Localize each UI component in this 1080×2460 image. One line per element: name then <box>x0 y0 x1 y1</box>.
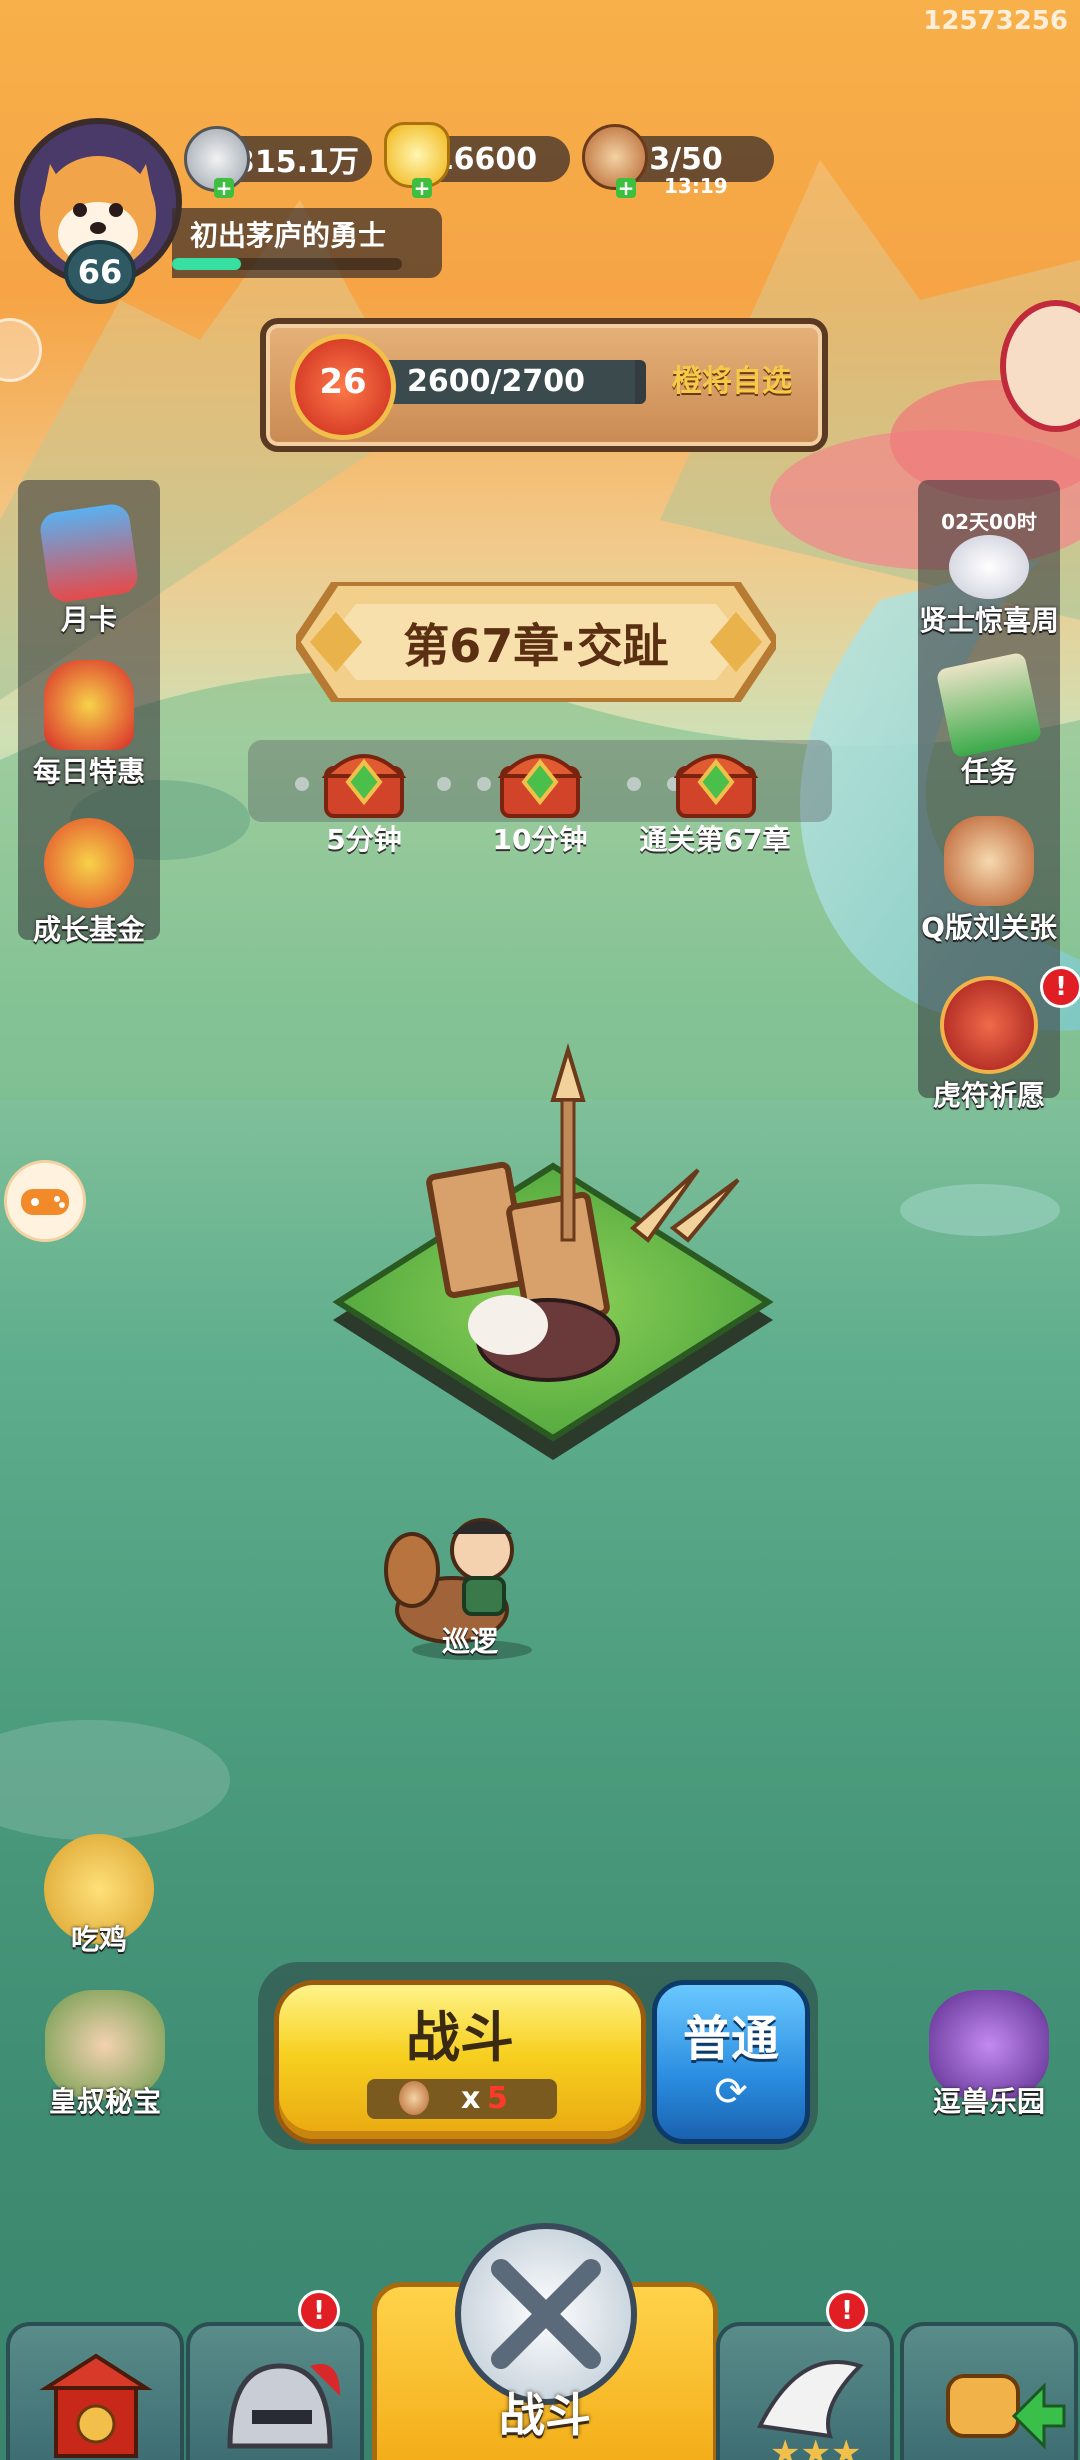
month-card-label: 月卡 <box>60 603 117 636</box>
svg-text:★★★: ★★★ <box>770 2433 861 2460</box>
tab-battle[interactable]: 战斗 <box>372 2223 718 2460</box>
battle-cost-value: 5 <box>487 2081 508 2116</box>
treasure-tab-alert-badge: ! <box>826 2290 868 2332</box>
tab-battle-label: 战斗 <box>499 2388 591 2442</box>
quest-icon <box>935 651 1043 759</box>
daily-deal-icon <box>44 660 134 750</box>
growth-fund-label: 成长基金 <box>32 913 145 946</box>
game-center-button[interactable] <box>4 1160 86 1242</box>
daily-deal-button[interactable]: 每日特惠 <box>14 660 164 790</box>
mode-label: 普通 <box>682 2011 779 2067</box>
hero-tab-alert-badge: ! <box>298 2290 340 2332</box>
tiger-tally-alert-badge: ! <box>1040 966 1080 1008</box>
player-level-badge: 66 <box>64 240 136 304</box>
month-card-icon <box>38 502 140 604</box>
sage-surprise-timer: 02天00时 <box>941 510 1037 534</box>
battle-cost: x 5 <box>367 2079 557 2119</box>
stamina-add-button[interactable]: + <box>616 178 636 198</box>
reward-chest-1[interactable] <box>321 742 407 820</box>
meat-cost-icon <box>399 2081 429 2115</box>
helmet-icon <box>227 2363 340 2449</box>
q-heroes-button[interactable]: Q版刘关张 <box>914 816 1064 946</box>
bottom-tab-bar: ! 战斗 ★★★ ! <box>0 2223 1080 2460</box>
tab-upgrade[interactable] <box>900 2322 1078 2460</box>
gate-icon <box>39 2353 153 2458</box>
gamepad-icon <box>21 1189 69 1215</box>
uncle-treasure-label: 皇叔秘宝 <box>48 2085 161 2118</box>
q-heroes-label: Q版刘关张 <box>921 911 1057 944</box>
game-screen: 12573256 66 初出茅庐的勇士 2315.1万 + 16600 + 3/… <box>0 0 1080 2460</box>
tiger-tally-label: 虎符祈愿 <box>932 1079 1045 1112</box>
gold-add-button[interactable]: + <box>412 178 432 198</box>
mode-toggle-button[interactable]: 普通 ⟳ <box>652 1980 810 2144</box>
tiger-tally-icon <box>940 976 1038 1074</box>
tab-treasure[interactable]: ★★★ <box>716 2322 894 2460</box>
reward-chest-2[interactable] <box>497 742 583 820</box>
battle-button[interactable]: 战斗 x 5 <box>274 1980 646 2144</box>
sage-surprise-button[interactable]: 02天00时 贤士惊喜周 <box>914 506 1064 639</box>
rank-level-badge: 26 <box>290 334 396 440</box>
growth-fund-icon <box>44 818 134 908</box>
exp-bar-fill <box>172 258 241 270</box>
reward-label-1: 5分钟 <box>326 823 402 856</box>
quest-button[interactable]: 任务 <box>914 651 1064 790</box>
silver-add-button[interactable]: + <box>214 178 234 198</box>
reward-label-2: 10分钟 <box>492 823 588 856</box>
reward-chest-3[interactable] <box>673 742 759 820</box>
reward-label-3: 通关第67章 <box>639 823 791 856</box>
puddle <box>900 1184 1060 1236</box>
beast-park-label: 逗兽乐园 <box>932 2085 1045 2118</box>
cloud-lower-left <box>0 1720 230 1840</box>
exp-bar <box>172 258 402 270</box>
daily-deal-label: 每日特惠 <box>32 755 145 788</box>
tab-hero[interactable] <box>186 2322 364 2460</box>
month-card-button[interactable]: 月卡 <box>14 502 164 638</box>
fist-upgrade-icon <box>946 2374 1066 2450</box>
beast-park-button[interactable]: 逗兽乐园 <box>914 1990 1064 2120</box>
battle-cost-prefix: x <box>461 2081 481 2116</box>
tab-city[interactable] <box>6 2322 184 2460</box>
q-heroes-icon <box>944 816 1034 906</box>
player-title-panel[interactable]: 初出茅庐的勇士 <box>172 208 442 278</box>
hero-status-label: 巡逻 <box>441 1625 498 1658</box>
treasure-chest-icon <box>497 754 583 818</box>
treasure-chest-icon <box>673 754 759 818</box>
stamina-timer: 13:19 <box>664 174 728 198</box>
growth-fund-button[interactable]: 成长基金 <box>14 818 164 948</box>
wing-stars-icon: ★★★ <box>756 2360 864 2460</box>
treasure-chest-icon <box>321 754 407 818</box>
sage-surprise-label: 贤士惊喜周 <box>918 604 1059 637</box>
chicken-label: 吃鸡 <box>70 1923 127 1956</box>
quest-label: 任务 <box>960 755 1017 788</box>
select-general-link[interactable]: 橙将自选 <box>672 356 792 400</box>
chicken-button[interactable]: 吃鸡 <box>24 1834 174 1958</box>
crossed-swords-icon <box>455 2223 637 2405</box>
app-id: 12573256 <box>923 6 1068 36</box>
enemy-stage[interactable] <box>328 1040 778 1480</box>
refresh-icon: ⟳ <box>714 2069 748 2115</box>
battle-button-label: 战斗 <box>406 2006 514 2069</box>
sage-surprise-icon <box>949 535 1029 599</box>
stamina-value: 3/50 <box>649 141 723 177</box>
player-title: 初出茅庐的勇士 <box>190 219 387 252</box>
chapter-title: 第67章·交趾 <box>403 619 669 673</box>
uncle-treasure-button[interactable]: 皇叔秘宝 <box>30 1990 180 2120</box>
meat-icon <box>582 124 648 190</box>
